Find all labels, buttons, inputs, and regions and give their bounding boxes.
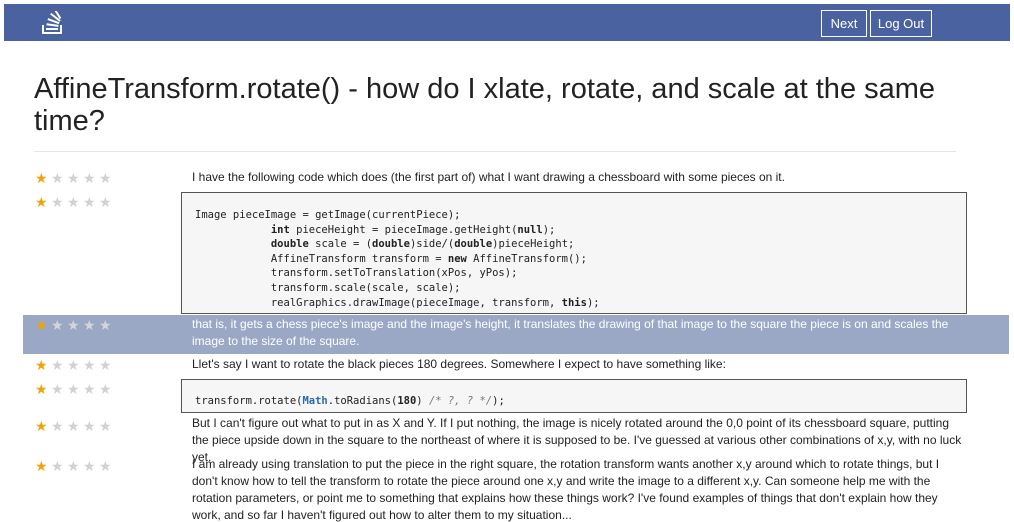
star-icon[interactable]: ★ xyxy=(35,358,49,372)
star-icon[interactable]: ★ xyxy=(83,358,97,372)
star-rating[interactable]: ★ ★ ★ ★ ★ xyxy=(35,459,113,473)
code-line: AffineTransform transform = new AffineTr… xyxy=(195,252,966,267)
star-icon[interactable]: ★ xyxy=(83,171,97,185)
code-block: Image pieceImage = getImage(currentPiece… xyxy=(181,192,967,314)
star-icon[interactable]: ★ xyxy=(67,459,81,473)
star-icon[interactable]: ★ xyxy=(35,195,49,209)
code-token: 180 xyxy=(397,395,417,407)
code-token: double xyxy=(454,238,493,251)
star-icon[interactable]: ★ xyxy=(51,358,65,372)
star-rating[interactable]: ★ ★ ★ ★ ★ xyxy=(35,318,113,332)
code-token: .toRadians( xyxy=(327,395,398,407)
star-icon[interactable]: ★ xyxy=(83,195,97,209)
star-icon[interactable]: ★ xyxy=(51,459,65,473)
paragraph-text: Llet's say I want to rotate the black pi… xyxy=(192,357,726,371)
star-icon[interactable]: ★ xyxy=(67,419,81,433)
paragraph-row-selected[interactable]: ★ ★ ★ ★ ★ that is, it gets a chess piece's i… xyxy=(23,315,1009,354)
star-rating[interactable]: ★ ★ ★ ★ ★ xyxy=(35,171,113,185)
star-icon[interactable]: ★ xyxy=(35,382,49,396)
star-icon[interactable]: ★ xyxy=(51,171,65,185)
code-token: this xyxy=(561,296,587,309)
star-icon[interactable]: ★ xyxy=(67,358,81,372)
code-token: transform.setToTranslation(xPos, yPos); xyxy=(195,267,518,280)
code-token: pieceHeight = pieceImage.getHeight( xyxy=(289,223,518,236)
paragraph-row: ★ ★ ★ ★ ★ But I can't figure out what to put… xyxy=(23,413,1009,464)
code-token: null xyxy=(517,223,543,236)
code-line: double scale = (double)side/(double)piec… xyxy=(195,237,966,252)
stack-logo-icon[interactable] xyxy=(41,11,63,35)
star-icon[interactable]: ★ xyxy=(99,459,113,473)
code-token: realGraphics.drawImage(pieceImage, trans… xyxy=(195,296,562,309)
code-token: scale = ( xyxy=(308,238,373,251)
code-token: /* ?, ? */ xyxy=(428,395,493,407)
code-token: AffineTransform transform = xyxy=(195,252,448,265)
code-token: new xyxy=(447,252,467,265)
code-block: transform.rotate(Math.toRadians(180) /* … xyxy=(181,379,967,413)
star-icon[interactable]: ★ xyxy=(51,195,65,209)
code-token: Image pieceImage = getImage(currentPiece… xyxy=(195,209,461,221)
star-icon[interactable]: ★ xyxy=(99,358,113,372)
star-icon[interactable]: ★ xyxy=(99,195,113,209)
star-icon[interactable]: ★ xyxy=(51,318,65,332)
star-icon[interactable]: ★ xyxy=(51,382,65,396)
paragraph-text: I have the following code which does (th… xyxy=(192,170,785,184)
code-line: transform.setToTranslation(xPos, yPos); xyxy=(195,266,966,281)
code-token: Math xyxy=(302,395,328,407)
paragraph-text: that is, it gets a chess piece's image a… xyxy=(192,317,949,348)
paragraph-row: ★ ★ ★ ★ ★ Llet's say I want to rotate the bl… xyxy=(23,353,1009,375)
code-token: transform.rotate( xyxy=(195,395,303,407)
code-token: double xyxy=(372,238,410,251)
star-icon[interactable]: ★ xyxy=(83,419,97,433)
paragraph-row: ★ ★ ★ ★ ★ I am already using translation to … xyxy=(23,454,1009,522)
code-token: int xyxy=(270,223,290,236)
next-button[interactable]: Next xyxy=(821,10,867,37)
star-icon[interactable]: ★ xyxy=(99,171,113,185)
code-line: transform.rotate(Math.toRadians(180) /* … xyxy=(195,394,966,409)
star-rating[interactable]: ★ ★ ★ ★ ★ xyxy=(35,195,113,209)
code-token: ); xyxy=(586,296,600,309)
code-line: realGraphics.drawImage(pieceImage, trans… xyxy=(195,296,966,311)
navbar: Next Log Out xyxy=(4,4,1010,41)
star-icon[interactable]: ★ xyxy=(83,459,97,473)
code-token: ); xyxy=(542,223,556,236)
code-token: ) xyxy=(416,395,429,407)
star-icon[interactable]: ★ xyxy=(35,459,49,473)
star-icon[interactable]: ★ xyxy=(99,419,113,433)
log-out-button[interactable]: Log Out xyxy=(870,10,932,37)
page-title: AffineTransform.rotate() - how do I xlat… xyxy=(34,73,936,137)
code-token: transform.scale(scale, scale); xyxy=(195,281,461,294)
star-icon[interactable]: ★ xyxy=(35,419,49,433)
star-icon[interactable]: ★ xyxy=(99,382,113,396)
title-divider xyxy=(34,151,956,152)
star-rating[interactable]: ★ ★ ★ ★ ★ xyxy=(35,419,113,433)
code-token: double xyxy=(270,238,309,251)
star-icon[interactable]: ★ xyxy=(99,318,113,332)
code-line: transform.scale(scale, scale); xyxy=(195,281,966,296)
star-icon[interactable]: ★ xyxy=(35,171,49,185)
paragraph-row: ★ ★ ★ ★ ★ Image pieceImage = getImage(curren… xyxy=(23,190,1009,316)
code-token: )pieceHeight; xyxy=(492,238,575,251)
code-line: int pieceHeight = pieceImage.getHeight(n… xyxy=(195,223,966,238)
paragraph-text: I am already using translation to put th… xyxy=(192,457,940,522)
paragraph-row: ★ ★ ★ ★ ★ I have the following code which do… xyxy=(23,166,1009,188)
code-line: Image pieceImage = getImage(currentPiece… xyxy=(195,208,966,223)
star-rating[interactable]: ★ ★ ★ ★ ★ xyxy=(35,358,113,372)
star-icon[interactable]: ★ xyxy=(67,171,81,185)
star-icon[interactable]: ★ xyxy=(35,318,49,332)
star-rating[interactable]: ★ ★ ★ ★ ★ xyxy=(35,382,113,396)
code-token: AffineTransform(); xyxy=(466,252,587,265)
star-icon[interactable]: ★ xyxy=(83,318,97,332)
star-icon[interactable]: ★ xyxy=(67,382,81,396)
star-icon[interactable]: ★ xyxy=(67,318,81,332)
star-icon[interactable]: ★ xyxy=(67,195,81,209)
code-token: ); xyxy=(492,395,505,407)
star-icon[interactable]: ★ xyxy=(83,382,97,396)
paragraph-row: ★ ★ ★ ★ ★ transform.rotate(Math.toRadians(18… xyxy=(23,377,1009,415)
star-icon[interactable]: ★ xyxy=(51,419,65,433)
code-token: )side/( xyxy=(409,238,455,251)
